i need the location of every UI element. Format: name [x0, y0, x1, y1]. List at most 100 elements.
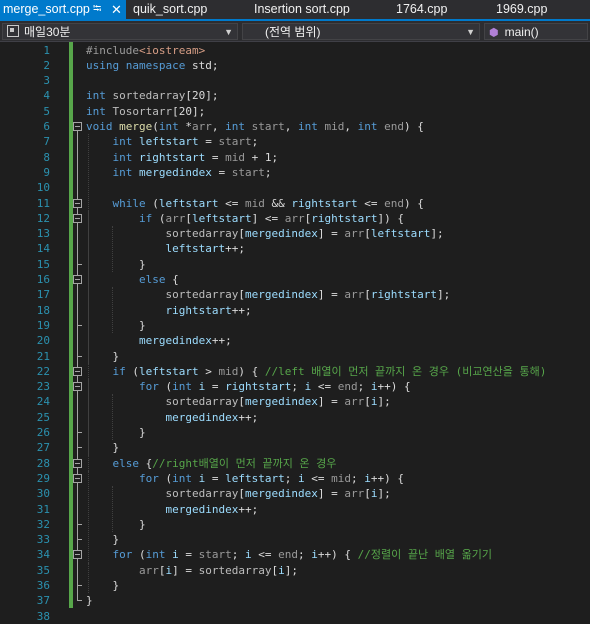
code-line[interactable]: mergedindex++; [86, 410, 258, 425]
code-line[interactable]: mergedindex++; [86, 333, 232, 348]
code-line[interactable]: sortedarray[mergedindex] = arr[leftstart… [86, 226, 443, 241]
code-token: ; [291, 380, 305, 394]
fold-region-line [77, 482, 78, 525]
code-token: [ [364, 395, 371, 409]
line-number: 24 [36, 395, 50, 409]
member-dropdown[interactable]: ⬢ main() [484, 23, 588, 40]
code-line[interactable]: int leftstart = start; [86, 134, 259, 149]
close-icon[interactable]: ✕ [111, 0, 122, 19]
code-token: rightstart [311, 211, 378, 225]
code-line[interactable]: } [86, 257, 146, 272]
code-line[interactable]: } [86, 425, 146, 440]
code-line[interactable]: if (leftstart > mid) { //left 배열이 먼저 끝까지… [86, 364, 547, 379]
code-line[interactable]: while (leftstart <= mid && rightstart <=… [86, 196, 424, 211]
code-line[interactable]: int rightstart = mid + 1; [86, 150, 279, 165]
code-line[interactable]: if (arr[leftstart] <= arr[rightstart]) { [86, 211, 404, 226]
code-line[interactable]: else {//right배열이 먼저 끝까지 온 경우 [86, 456, 337, 471]
line-number: 16 [36, 273, 50, 286]
tab-insertion-sort[interactable]: Insertion sort.cpp [254, 0, 350, 19]
code-line[interactable]: } [86, 318, 146, 333]
code-line[interactable]: #include<iostream> [86, 43, 205, 58]
collapse-toggle-icon[interactable] [73, 198, 82, 208]
code-line[interactable]: leftstart++; [86, 241, 244, 256]
collapse-toggle-icon[interactable] [73, 382, 82, 392]
code-line[interactable]: } [86, 593, 93, 608]
code-token: = [205, 471, 226, 485]
code-line[interactable]: using namespace std; [86, 58, 218, 73]
code-token: <iostream> [138, 43, 206, 57]
collapse-toggle-icon[interactable] [73, 473, 82, 483]
code-token: rightstart [165, 303, 232, 317]
code-line[interactable]: arr[i] = sortedarray[i]; [86, 563, 298, 578]
fold-region-end [77, 447, 82, 449]
code-line[interactable]: int sortedarray[20]; [86, 88, 218, 103]
pin-icon[interactable]: ⭾ [93, 0, 101, 19]
code-token: [ [185, 211, 192, 225]
collapse-toggle-icon[interactable] [73, 122, 82, 131]
code-token: leftstart [370, 227, 431, 241]
project-dropdown[interactable]: 매일30분 ▼ [2, 23, 238, 40]
collapse-toggle-icon[interactable] [73, 550, 82, 560]
code-line[interactable]: } [86, 349, 119, 364]
project-icon [7, 25, 19, 37]
collapse-toggle-icon[interactable] [73, 458, 82, 468]
code-editor[interactable]: 1 2 3 4 5 6 7 8 9 10 11 12 13 14 15 16 17 18 19 20 21 22 23 24 2… [0, 42, 590, 623]
code-line[interactable]: mergedindex++; [86, 502, 258, 517]
collapse-toggle-icon[interactable] [73, 213, 82, 223]
code-token: ) { [238, 364, 265, 378]
line-number: 28 [36, 456, 50, 470]
code-line[interactable]: for (int i = start; i <= end; i++) { //정… [86, 547, 492, 562]
code-line[interactable]: } [86, 517, 146, 532]
code-line[interactable]: sortedarray[mergedindex] = arr[i]; [86, 486, 390, 501]
code-line[interactable]: sortedarray[mergedindex] = arr[i]; [86, 394, 391, 409]
line-number: 21 [36, 349, 50, 363]
document-tab-strip: merge_sort.cpp ⭾ ✕ quik_sort.cpp Inserti… [0, 0, 590, 21]
code-line[interactable]: else { [86, 272, 179, 287]
code-line[interactable]: for (int i = leftstart; i <= mid; i++) { [86, 471, 404, 486]
code-token: <= [357, 196, 385, 210]
code-token: ++; [238, 410, 259, 424]
code-line[interactable]: int Tosortarr[20]; [86, 104, 205, 119]
code-line[interactable]: int mergedindex = start; [86, 165, 272, 180]
code-line[interactable]: } [86, 578, 119, 593]
line-number: 29 [36, 471, 50, 485]
collapse-toggle-icon[interactable] [73, 275, 82, 284]
line-number: 34 [36, 548, 50, 562]
fold-region-end [77, 432, 82, 433]
tab-merge-sort[interactable]: merge_sort.cpp ⭾ ✕ [0, 0, 126, 19]
code-token: ( [125, 364, 139, 378]
code-token: [ [238, 395, 245, 409]
code-line[interactable]: } [86, 532, 119, 547]
tab-1969[interactable]: 1969.cpp [496, 0, 547, 19]
code-token: ]; [377, 395, 391, 409]
line-number: 12 [36, 211, 50, 225]
code-token: ++; [238, 502, 259, 516]
code-token: ; [350, 471, 365, 485]
tab-quik-sort[interactable]: quik_sort.cpp [133, 0, 207, 19]
tab-1764[interactable]: 1764.cpp [396, 0, 447, 19]
code-token: leftstart [191, 211, 252, 225]
code-token: mid [225, 150, 245, 164]
code-line[interactable]: rightstart++; [86, 303, 251, 318]
scope-dropdown[interactable]: (전역 범위) ▼ [242, 23, 480, 40]
code-token: <= [218, 196, 245, 210]
fold-region-line [77, 391, 78, 433]
collapse-toggle-icon[interactable] [73, 366, 82, 376]
code-token: int [112, 135, 133, 149]
code-line[interactable]: sortedarray[mergedindex] = arr[rightstar… [86, 287, 450, 302]
line-number: 13 [36, 227, 50, 241]
code-token: } [86, 257, 146, 271]
code-token: mergedindex [165, 502, 239, 516]
code-line[interactable]: void merge(int *arr, int start, int mid,… [86, 119, 424, 134]
code-line[interactable]: } [86, 440, 119, 455]
code-token: start [218, 135, 252, 149]
code-token: leftstart [139, 364, 199, 378]
code-token: ; [251, 135, 259, 149]
code-line[interactable]: for (int i = rightstart; i <= end; i++) … [86, 379, 411, 394]
